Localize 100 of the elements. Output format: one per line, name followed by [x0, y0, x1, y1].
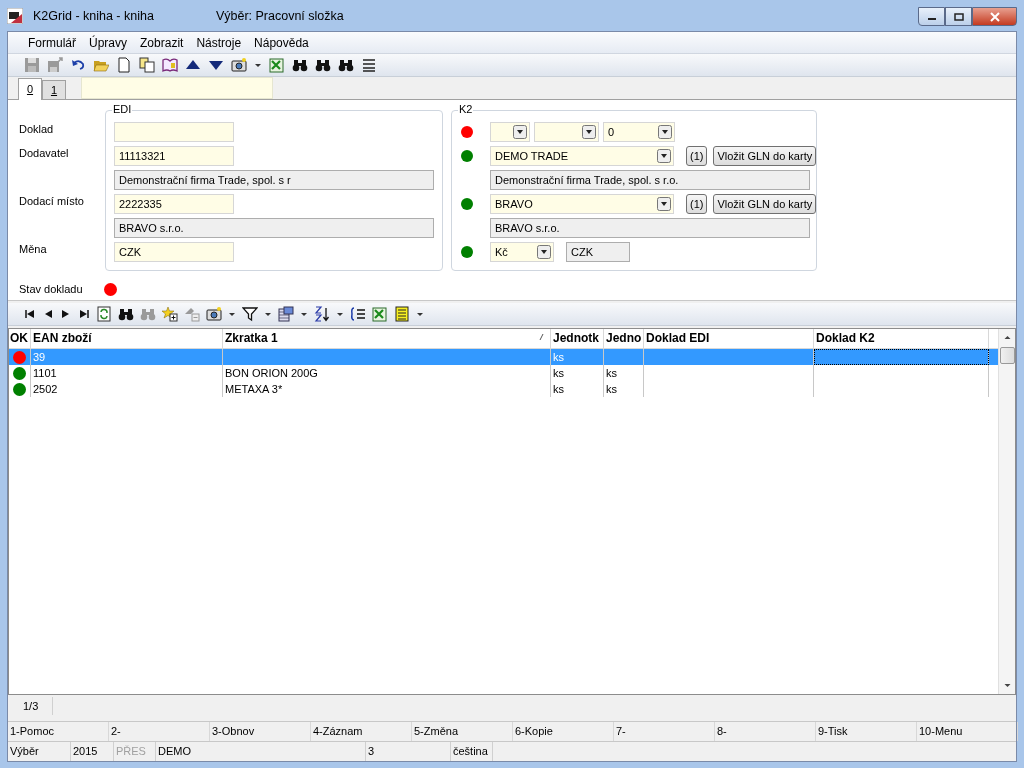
column-header[interactable]: Doklad EDI — [644, 329, 814, 348]
readonly-field: Demonstrační firma Trade, spol. s r.o. — [490, 170, 810, 190]
columns-icon[interactable] — [278, 306, 294, 322]
binoculars-icon[interactable] — [292, 57, 308, 73]
function-key[interactable]: 3-Obnov — [210, 722, 311, 741]
field-label: Dodavatel — [19, 146, 70, 161]
scrollbar[interactable] — [998, 329, 1015, 694]
record-counter: 1/3 — [23, 696, 54, 715]
dropdown-button[interactable] — [658, 125, 672, 139]
dropdown-button[interactable] — [537, 245, 551, 259]
status-bar-item: čeština — [451, 742, 493, 761]
filter-icon[interactable] — [242, 306, 258, 322]
readonly-field: BRAVO s.r.o. — [114, 218, 434, 238]
menu-item[interactable]: Úpravy — [87, 35, 130, 50]
table-cell-text: ks — [553, 366, 564, 381]
camera-icon[interactable] — [231, 57, 247, 73]
close-button[interactable] — [972, 7, 1017, 26]
add-star-icon[interactable] — [162, 306, 178, 322]
menu-icon[interactable] — [361, 57, 377, 73]
menu-item[interactable]: Formulář — [26, 35, 78, 50]
readonly-field: Demonstrační firma Trade, spol. s r — [114, 170, 434, 190]
table-cell-text: ks — [553, 382, 564, 397]
table-row[interactable]: 1101 BON ORION 200G ks ks — [9, 365, 998, 381]
dropdown-button[interactable] — [657, 197, 671, 211]
function-key[interactable]: 5-Změna — [412, 722, 513, 741]
table-cell-text: 39 — [33, 350, 46, 365]
combo-box[interactable]: 0 — [603, 122, 675, 142]
status-label: Stav dokladu — [19, 282, 83, 297]
combo-box[interactable] — [490, 122, 530, 142]
maximize-icon — [953, 12, 964, 21]
tab[interactable]: 1 — [42, 80, 66, 99]
dropdown-button[interactable] — [582, 125, 596, 139]
group-title: K2 — [458, 103, 474, 115]
tab[interactable]: 0 — [18, 78, 42, 100]
readonly-field: CZK — [566, 242, 630, 262]
refresh-icon[interactable] — [96, 306, 112, 322]
input-field[interactable]: CZK — [114, 242, 234, 262]
page-icon[interactable] — [116, 57, 132, 73]
status-bar-item: 2015 — [71, 742, 114, 761]
combo-box[interactable]: Kč — [490, 242, 554, 262]
copy-icon[interactable] — [139, 57, 155, 73]
table-cell-text: METAXA 3* — [225, 382, 283, 397]
column-header[interactable]: Jednotk — [551, 329, 604, 348]
spreadsheet-icon[interactable] — [372, 306, 388, 322]
maximize-button[interactable] — [945, 7, 972, 26]
binoculars-icon[interactable] — [315, 57, 331, 73]
binoculars-icon[interactable] — [118, 306, 134, 322]
input-field[interactable]: 11113321 — [114, 146, 234, 166]
function-key[interactable]: 6-Kopie — [513, 722, 614, 741]
minimize-button[interactable] — [918, 7, 945, 26]
field-label: Doklad — [19, 122, 55, 137]
menu-item[interactable]: Nápověda — [252, 35, 311, 50]
spreadsheet-icon[interactable] — [269, 57, 285, 73]
count-button[interactable]: (1) — [686, 194, 708, 214]
status-bar-item: DEMO — [156, 742, 366, 761]
app-logo — [7, 7, 23, 24]
book-icon[interactable] — [162, 57, 178, 73]
dropdown-button[interactable] — [513, 125, 527, 139]
function-key[interactable]: 7- — [614, 722, 715, 741]
combo-box[interactable] — [534, 122, 599, 142]
count-button[interactable]: (1) — [686, 146, 708, 166]
menu-item[interactable]: Nástroje — [194, 35, 244, 50]
column-header[interactable]: EAN zboží — [31, 329, 223, 348]
input-field[interactable]: 2222335 — [114, 194, 234, 214]
function-key[interactable]: 4-Záznam — [311, 722, 412, 741]
function-key[interactable]: 8- — [715, 722, 816, 741]
table-icon[interactable] — [394, 306, 410, 322]
binoculars-icon[interactable] — [338, 57, 354, 73]
column-header[interactable]: OK — [9, 329, 31, 348]
input-field[interactable] — [114, 122, 234, 142]
scroll-thumb[interactable] — [999, 347, 1015, 364]
function-key[interactable]: 1-Pomoc — [8, 722, 109, 741]
field-label: Dodací místo — [19, 194, 85, 209]
column-header[interactable]: Jedno — [604, 329, 644, 348]
list-icon[interactable] — [350, 306, 366, 322]
group-title: EDI — [112, 103, 133, 115]
table-cell-text: 2502 — [33, 382, 58, 397]
close-icon — [988, 11, 1001, 22]
function-key[interactable]: 10-Menu — [917, 722, 1018, 741]
input-field[interactable] — [81, 77, 273, 99]
table-row[interactable]: 2502 METAXA 3* ks ks — [9, 381, 998, 397]
status-bar-item: 3 — [366, 742, 451, 761]
combo-box[interactable]: BRAVO — [490, 194, 674, 214]
insert-gln-button[interactable]: Vložit GLN do karty — [713, 194, 817, 214]
function-key[interactable]: 9-Tisk — [816, 722, 917, 741]
dropdown-button[interactable] — [657, 149, 671, 163]
function-key[interactable]: 2- — [109, 722, 210, 741]
sort-icon[interactable] — [314, 306, 330, 322]
camera-icon[interactable] — [206, 306, 222, 322]
field-label: Měna — [19, 242, 48, 257]
insert-gln-button[interactable]: Vložit GLN do karty — [713, 146, 817, 166]
combo-box[interactable]: DEMO TRADE — [490, 146, 674, 166]
status-bar-item: Výběr — [8, 742, 71, 761]
column-header[interactable]: Zkratka 1 — [223, 329, 551, 348]
menu-item[interactable]: Zobrazit — [138, 35, 186, 50]
table-cell-text: ks — [606, 382, 617, 397]
window-subtitle: Výběr: Pracovní složka — [215, 8, 344, 23]
status-bar-item: PŘES — [114, 742, 156, 761]
column-header[interactable]: Doklad K2 — [814, 329, 989, 348]
undo-icon[interactable] — [70, 57, 86, 73]
